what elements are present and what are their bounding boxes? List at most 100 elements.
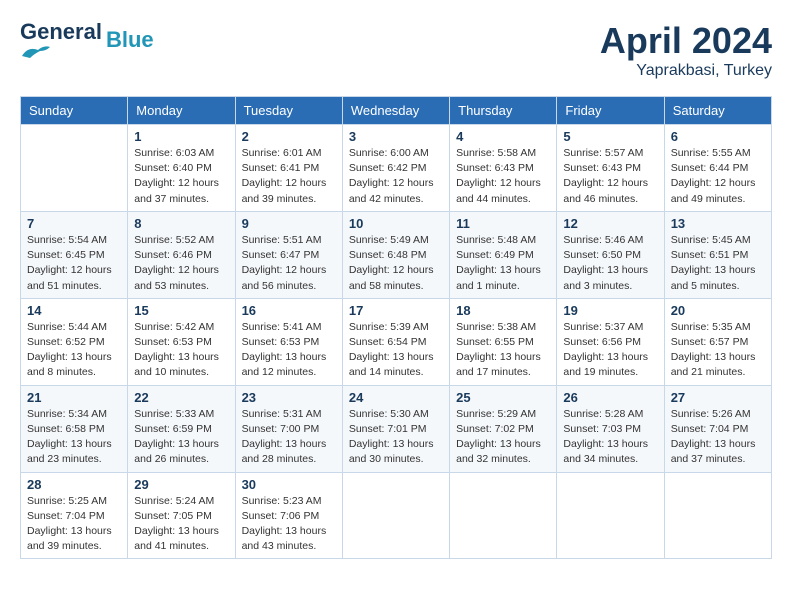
weekday-header-row: SundayMondayTuesdayWednesdayThursdayFrid…	[21, 97, 772, 125]
day-number: 15	[134, 303, 228, 318]
calendar-cell: 6 Sunrise: 5:55 AMSunset: 6:44 PMDaylight…	[664, 125, 771, 212]
day-number: 3	[349, 129, 443, 144]
calendar-cell: 4 Sunrise: 5:58 AMSunset: 6:43 PMDaylight…	[450, 125, 557, 212]
calendar-cell: 3Sunrise: 6:00 AMSunset: 6:42 PMDaylight…	[342, 125, 449, 212]
calendar-cell: 15 Sunrise: 5:42 AMSunset: 6:53 PMDayligh…	[128, 298, 235, 385]
calendar-cell: 18 Sunrise: 5:38 AMSunset: 6:55 PMDayligh…	[450, 298, 557, 385]
week-row-3: 14 Sunrise: 5:44 AMSunset: 6:52 PMDayligh…	[21, 298, 772, 385]
calendar-cell: 2 Sunrise: 6:01 AMSunset: 6:41 PMDaylight…	[235, 125, 342, 212]
day-number: 1	[134, 129, 228, 144]
day-number: 21	[27, 390, 121, 405]
day-number: 26	[563, 390, 657, 405]
day-number: 9	[242, 216, 336, 231]
day-info: Sunrise: 5:23 AMSunset: 7:06 PMDaylight:…	[242, 494, 336, 555]
day-info: Sunrise: 5:38 AMSunset: 6:55 PMDaylight:…	[456, 320, 550, 381]
day-number: 19	[563, 303, 657, 318]
day-info: Sunrise: 5:41 AMSunset: 6:53 PMDaylight:…	[242, 320, 336, 381]
calendar-cell: 7 Sunrise: 5:54 AMSunset: 6:45 PMDaylight…	[21, 211, 128, 298]
day-number: 27	[671, 390, 765, 405]
day-info: Sunrise: 5:48 AMSunset: 6:49 PMDaylight:…	[456, 233, 550, 294]
calendar-cell: 23 Sunrise: 5:31 AMSunset: 7:00 PMDayligh…	[235, 385, 342, 472]
day-info: Sunrise: 6:03 AMSunset: 6:40 PMDaylight:…	[134, 146, 228, 207]
weekday-header-saturday: Saturday	[664, 97, 771, 125]
day-number: 8	[134, 216, 228, 231]
day-number: 25	[456, 390, 550, 405]
day-info: Sunrise: 5:51 AMSunset: 6:47 PMDaylight:…	[242, 233, 336, 294]
calendar-cell	[557, 472, 664, 559]
day-number: 10	[349, 216, 443, 231]
calendar-cell: 17Sunrise: 5:39 AMSunset: 6:54 PMDayligh…	[342, 298, 449, 385]
calendar-cell: 21Sunrise: 5:34 AMSunset: 6:58 PMDayligh…	[21, 385, 128, 472]
calendar-cell	[450, 472, 557, 559]
day-number: 13	[671, 216, 765, 231]
day-info: Sunrise: 5:57 AMSunset: 6:43 PMDaylight:…	[563, 146, 657, 207]
calendar-cell: 30Sunrise: 5:23 AMSunset: 7:06 PMDayligh…	[235, 472, 342, 559]
calendar-cell: 20 Sunrise: 5:35 AMSunset: 6:57 PMDayligh…	[664, 298, 771, 385]
calendar-cell: 25Sunrise: 5:29 AMSunset: 7:02 PMDayligh…	[450, 385, 557, 472]
calendar-cell: 9 Sunrise: 5:51 AMSunset: 6:47 PMDaylight…	[235, 211, 342, 298]
day-number: 18	[456, 303, 550, 318]
day-info: Sunrise: 5:42 AMSunset: 6:53 PMDaylight:…	[134, 320, 228, 381]
calendar-cell: 29 Sunrise: 5:24 AMSunset: 7:05 PMDayligh…	[128, 472, 235, 559]
week-row-4: 21Sunrise: 5:34 AMSunset: 6:58 PMDayligh…	[21, 385, 772, 472]
day-number: 22	[134, 390, 228, 405]
calendar-cell: 24Sunrise: 5:30 AMSunset: 7:01 PMDayligh…	[342, 385, 449, 472]
weekday-header-monday: Monday	[128, 97, 235, 125]
calendar-cell: 26 Sunrise: 5:28 AMSunset: 7:03 PMDayligh…	[557, 385, 664, 472]
day-info: Sunrise: 5:31 AMSunset: 7:00 PMDaylight:…	[242, 407, 336, 468]
calendar-cell: 11 Sunrise: 5:48 AMSunset: 6:49 PMDayligh…	[450, 211, 557, 298]
day-info: Sunrise: 5:24 AMSunset: 7:05 PMDaylight:…	[134, 494, 228, 555]
day-number: 23	[242, 390, 336, 405]
day-info: Sunrise: 5:30 AMSunset: 7:01 PMDaylight:…	[349, 407, 443, 468]
page-header: General Blue April 2024 Yaprakbasi, Turk…	[20, 20, 772, 80]
calendar-cell: 12 Sunrise: 5:46 AMSunset: 6:50 PMDayligh…	[557, 211, 664, 298]
calendar-cell: 28Sunrise: 5:25 AMSunset: 7:04 PMDayligh…	[21, 472, 128, 559]
calendar-cell	[664, 472, 771, 559]
day-info: Sunrise: 5:37 AMSunset: 6:56 PMDaylight:…	[563, 320, 657, 381]
location-title: Yaprakbasi, Turkey	[600, 62, 772, 80]
day-number: 4	[456, 129, 550, 144]
month-title: April 2024	[600, 20, 772, 62]
logo-blue-text: Blue	[106, 28, 154, 52]
day-info: Sunrise: 5:28 AMSunset: 7:03 PMDaylight:…	[563, 407, 657, 468]
day-info: Sunrise: 5:55 AMSunset: 6:44 PMDaylight:…	[671, 146, 765, 207]
day-info: Sunrise: 6:01 AMSunset: 6:41 PMDaylight:…	[242, 146, 336, 207]
day-number: 6	[671, 129, 765, 144]
calendar-cell: 13 Sunrise: 5:45 AMSunset: 6:51 PMDayligh…	[664, 211, 771, 298]
day-info: Sunrise: 5:58 AMSunset: 6:43 PMDaylight:…	[456, 146, 550, 207]
day-number: 11	[456, 216, 550, 231]
logo: General Blue	[20, 20, 154, 60]
logo-text: General	[20, 19, 102, 44]
logo-bird-icon	[20, 42, 52, 60]
calendar-cell: 10 Sunrise: 5:49 AMSunset: 6:48 PMDayligh…	[342, 211, 449, 298]
calendar-table: SundayMondayTuesdayWednesdayThursdayFrid…	[20, 96, 772, 559]
day-info: Sunrise: 5:39 AMSunset: 6:54 PMDaylight:…	[349, 320, 443, 381]
day-number: 7	[27, 216, 121, 231]
calendar-cell: 16Sunrise: 5:41 AMSunset: 6:53 PMDayligh…	[235, 298, 342, 385]
day-number: 20	[671, 303, 765, 318]
day-number: 14	[27, 303, 121, 318]
day-info: Sunrise: 5:25 AMSunset: 7:04 PMDaylight:…	[27, 494, 121, 555]
day-number: 12	[563, 216, 657, 231]
day-number: 29	[134, 477, 228, 492]
weekday-header-sunday: Sunday	[21, 97, 128, 125]
day-info: Sunrise: 5:54 AMSunset: 6:45 PMDaylight:…	[27, 233, 121, 294]
calendar-cell: 8 Sunrise: 5:52 AMSunset: 6:46 PMDaylight…	[128, 211, 235, 298]
day-info: Sunrise: 5:45 AMSunset: 6:51 PMDaylight:…	[671, 233, 765, 294]
day-info: Sunrise: 5:35 AMSunset: 6:57 PMDaylight:…	[671, 320, 765, 381]
week-row-1: 1 Sunrise: 6:03 AMSunset: 6:40 PMDaylight…	[21, 125, 772, 212]
day-number: 2	[242, 129, 336, 144]
day-info: Sunrise: 5:33 AMSunset: 6:59 PMDaylight:…	[134, 407, 228, 468]
day-info: Sunrise: 5:44 AMSunset: 6:52 PMDaylight:…	[27, 320, 121, 381]
day-info: Sunrise: 5:52 AMSunset: 6:46 PMDaylight:…	[134, 233, 228, 294]
calendar-cell: 27Sunrise: 5:26 AMSunset: 7:04 PMDayligh…	[664, 385, 771, 472]
day-number: 5	[563, 129, 657, 144]
title-block: April 2024 Yaprakbasi, Turkey	[600, 20, 772, 80]
day-info: Sunrise: 5:46 AMSunset: 6:50 PMDaylight:…	[563, 233, 657, 294]
calendar-cell	[21, 125, 128, 212]
week-row-2: 7 Sunrise: 5:54 AMSunset: 6:45 PMDaylight…	[21, 211, 772, 298]
weekday-header-wednesday: Wednesday	[342, 97, 449, 125]
day-info: Sunrise: 5:49 AMSunset: 6:48 PMDaylight:…	[349, 233, 443, 294]
week-row-5: 28Sunrise: 5:25 AMSunset: 7:04 PMDayligh…	[21, 472, 772, 559]
weekday-header-thursday: Thursday	[450, 97, 557, 125]
